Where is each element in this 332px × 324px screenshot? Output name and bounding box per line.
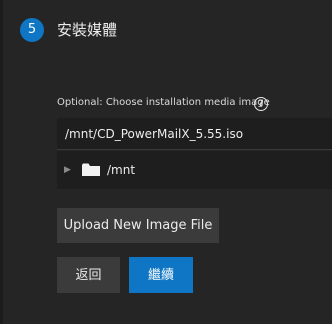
tree-item-mnt[interactable]: /mnt xyxy=(107,162,135,178)
step-title: 安裝媒體 xyxy=(57,21,118,39)
wizard-window: 5 安裝媒體 Optional: Choose installation med… xyxy=(0,0,332,324)
next-button[interactable]: 繼續 xyxy=(129,257,193,293)
step-panel: 5 安裝媒體 Optional: Choose installation med… xyxy=(3,0,332,324)
folder-icon xyxy=(82,163,100,176)
help-circle-icon[interactable]: ? xyxy=(254,97,268,111)
media-path-input[interactable] xyxy=(57,118,332,150)
installation-media-label: Optional: Choose installation media imag… xyxy=(57,97,270,108)
upload-image-button[interactable]: Upload New Image File xyxy=(57,208,219,243)
back-button[interactable]: 返回 xyxy=(57,257,120,293)
file-tree: ▶ /mnt xyxy=(57,151,332,189)
triangle-right-icon[interactable]: ▶ xyxy=(64,164,71,176)
step-number-badge: 5 xyxy=(20,18,44,42)
